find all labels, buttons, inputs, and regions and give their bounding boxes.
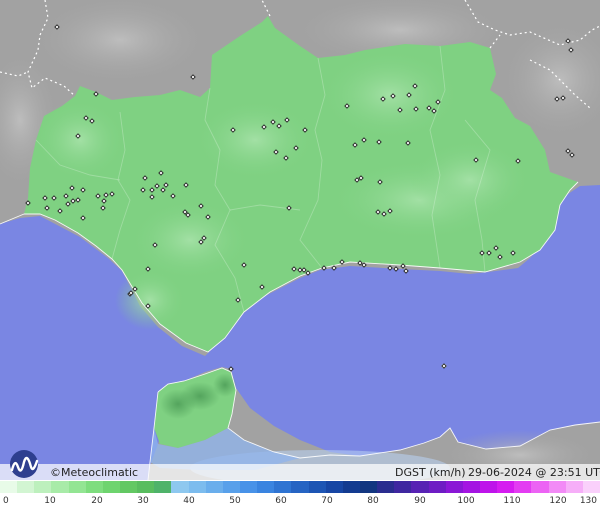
scale-segment: [548, 481, 566, 493]
scale-tick-label: 60: [275, 496, 287, 506]
brand-name: Meteoclimatic: [61, 466, 139, 479]
scale-segment: [514, 481, 532, 493]
scale-segment: [291, 481, 309, 493]
scale-segment: [102, 481, 120, 493]
color-scale-bar: [0, 481, 600, 493]
scale-segment: [0, 481, 18, 493]
scale-segment: [17, 481, 35, 493]
copyright-symbol: ©: [50, 466, 61, 479]
scale-segment: [68, 481, 86, 493]
scale-segment: [531, 481, 549, 493]
scale-segment: [119, 481, 138, 493]
scale-segment: [325, 481, 343, 493]
scale-segment: [394, 481, 412, 493]
scale-segment: [154, 481, 172, 493]
scale-segment: [51, 481, 69, 493]
scale-tick-label: 80: [367, 496, 379, 506]
scale-labels: 0 10 20 30 40 50 60 70 80 90 100 110 120 130: [0, 495, 600, 509]
scale-segment: [171, 481, 189, 493]
scale-segment: [445, 481, 463, 493]
timestamp: 29-06-2024 @ 23:51 UTC: [468, 466, 600, 479]
scale-tick-label: 50: [229, 496, 241, 506]
scale-tick-label: 90: [414, 496, 426, 506]
scale-tick-label: 20: [91, 496, 103, 506]
scale-segment: [85, 481, 103, 493]
scale-segment: [257, 481, 275, 493]
scale-segment: [239, 481, 258, 493]
scale-segment: [222, 481, 240, 493]
scale-tick-label: 120: [549, 496, 567, 506]
scale-segment: [359, 481, 378, 493]
wind-gust-map[interactable]: [0, 0, 600, 480]
meteoclimatic-logo-icon: [10, 450, 39, 478]
scale-segment: [462, 481, 480, 493]
unit-label: (km/h): [429, 466, 466, 479]
variable-unit: DGST (km/h): [395, 466, 466, 480]
scale-segment: [428, 481, 446, 493]
scale-tick-label: 110: [503, 496, 521, 506]
scale-segment: [411, 481, 429, 493]
scale-tick-label: 30: [137, 496, 149, 506]
scale-segment: [205, 481, 223, 493]
scale-segment: [479, 481, 498, 493]
scale-segment: [34, 481, 52, 493]
scale-tick-label: 100: [457, 496, 475, 506]
variable-name: DGST: [395, 466, 426, 479]
scale-tick-label: 10: [44, 496, 56, 506]
scale-tick-label: 130: [579, 496, 597, 506]
scale-segment: [582, 481, 600, 493]
scale-segment: [308, 481, 326, 493]
map-frame: ©Meteoclimatic DGST (km/h) 29-06-2024 @ …: [0, 0, 600, 517]
brand-caption: ©Meteoclimatic: [50, 466, 138, 480]
scale-tick-label: 0: [3, 496, 9, 506]
scale-segment: [274, 481, 292, 493]
scale-segment: [188, 481, 206, 493]
scale-tick-label: 40: [183, 496, 195, 506]
scale-segment: [342, 481, 360, 493]
scale-tick-label: 70: [321, 496, 333, 506]
scale-segment: [137, 481, 155, 493]
scale-segment: [565, 481, 583, 493]
scale-segment: [497, 481, 515, 493]
scale-segment: [377, 481, 395, 493]
